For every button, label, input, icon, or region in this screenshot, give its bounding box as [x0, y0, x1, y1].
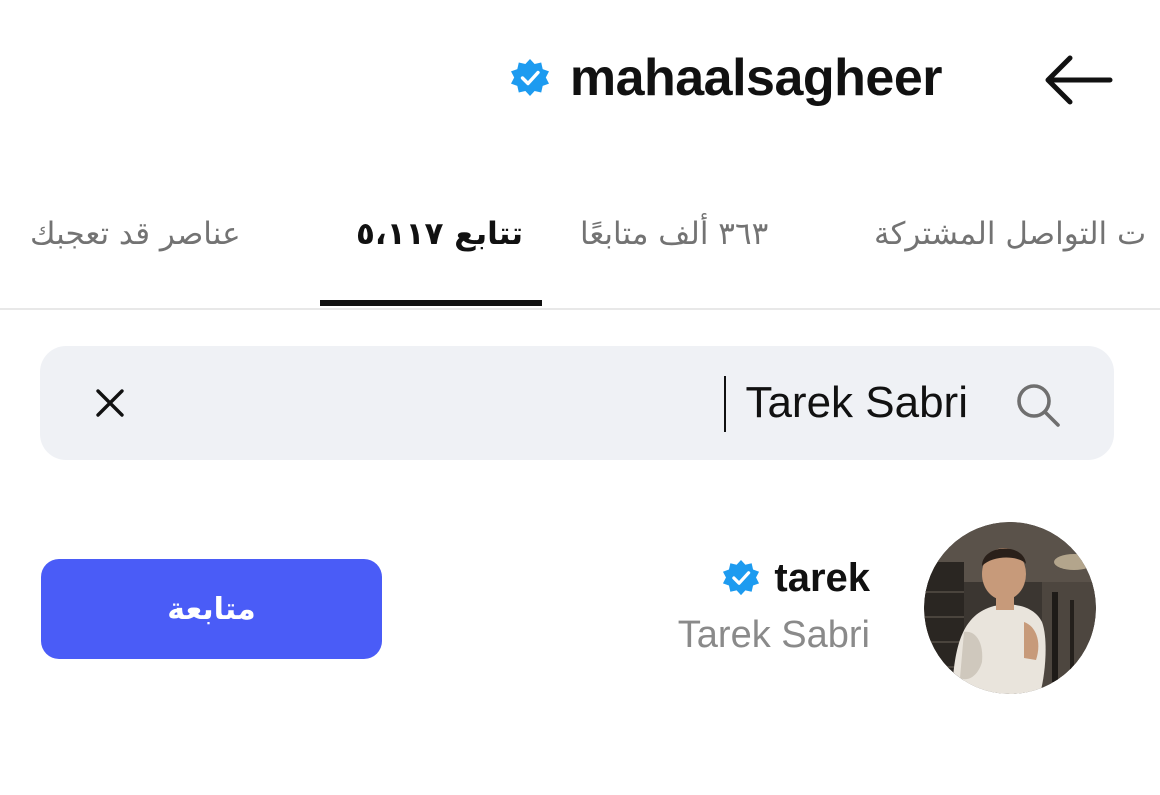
username[interactable]: tarek — [774, 556, 870, 601]
arrow-left-icon[interactable] — [1040, 52, 1116, 108]
profile-tabs: عناصر قد تعجبك تتابع ٥،١١٧ ٣٦٣ ألف متابع… — [0, 196, 1160, 312]
verified-badge-icon — [723, 559, 760, 596]
full-name: Tarek Sabri — [677, 614, 870, 656]
user-result-row[interactable]: متابعة tarek Tarek Sabri — [0, 516, 1160, 706]
follow-button[interactable]: متابعة — [41, 559, 382, 659]
text-caret — [724, 376, 726, 432]
top-bar: mahaalsagheer — [0, 0, 1160, 160]
user-info: tarek Tarek Sabri — [678, 552, 870, 657]
page-title: mahaalsagheer — [569, 49, 943, 107]
tab-following[interactable]: تتابع ٥،١١٧ — [356, 206, 523, 262]
tab-mutual[interactable]: ت التواصل المشتركة — [874, 206, 1146, 262]
search-icon[interactable] — [1014, 381, 1062, 429]
tabs-divider — [0, 308, 1160, 310]
active-tab-indicator — [320, 300, 542, 306]
close-icon[interactable] — [90, 383, 130, 423]
username-line: tarek — [678, 552, 870, 604]
verified-badge-icon — [510, 59, 549, 96]
tab-followers[interactable]: ٣٦٣ ألف متابعًا — [580, 206, 768, 262]
search-input[interactable] — [720, 372, 968, 434]
avatar[interactable] — [924, 522, 1096, 694]
tab-suggested[interactable]: عناصر قد تعجبك — [30, 206, 241, 262]
search-bar — [40, 346, 1114, 460]
profile-title-group: mahaalsagheer — [510, 46, 943, 110]
